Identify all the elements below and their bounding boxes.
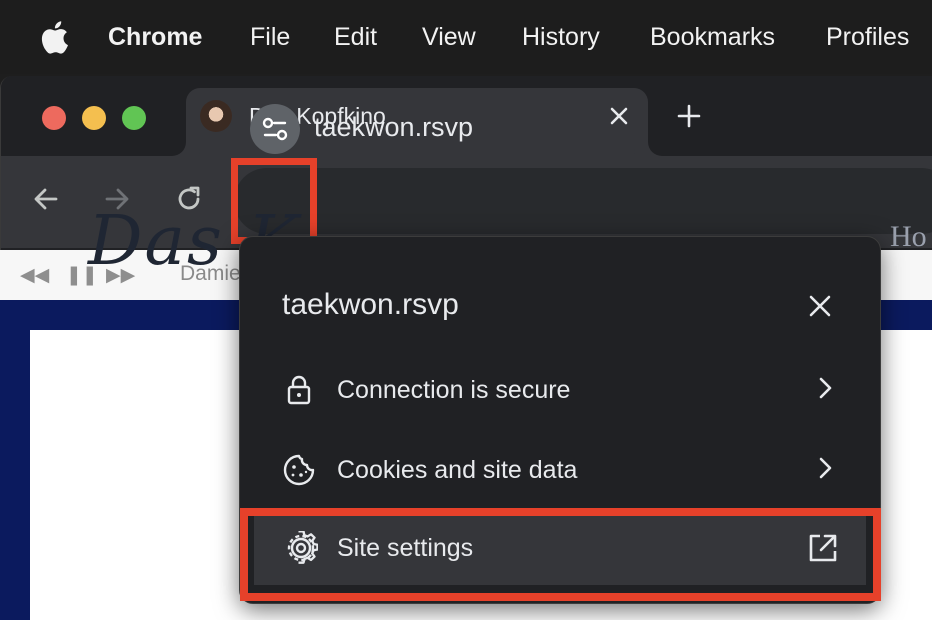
site-info-button[interactable] (250, 104, 300, 154)
address-bar[interactable] (234, 168, 932, 234)
cookies-site-data-label: Cookies and site data (337, 456, 578, 484)
close-window-button[interactable] (42, 106, 66, 130)
close-icon[interactable] (807, 293, 833, 319)
chevron-right-icon (819, 457, 832, 479)
favicon-icon (200, 100, 232, 132)
highlight-site-settings (240, 508, 881, 601)
back-arrow-icon[interactable] (31, 184, 61, 214)
tune-icon (262, 117, 288, 141)
menu-view[interactable]: View (422, 22, 476, 52)
connection-secure-label: Connection is secure (337, 376, 571, 404)
url-text[interactable]: taekwon.rsvp (314, 110, 473, 144)
menu-chrome[interactable]: Chrome (108, 22, 202, 52)
apple-logo-icon[interactable] (39, 20, 69, 54)
lock-icon (287, 375, 311, 405)
menu-history[interactable]: History (522, 22, 600, 52)
cookies-site-data-item[interactable]: Cookies and site data (240, 429, 880, 509)
connection-secure-item[interactable]: Connection is secure (240, 349, 880, 429)
close-tab-icon[interactable] (606, 103, 632, 129)
macos-menubar: Chrome File Edit View History Bookmarks … (0, 0, 932, 74)
rewind-icon[interactable]: ◀◀ (20, 266, 49, 286)
menu-profiles[interactable]: Profiles (826, 22, 909, 52)
cookie-icon (283, 454, 315, 486)
menu-edit[interactable]: Edit (334, 22, 377, 52)
popup-title: taekwon.rsvp (282, 288, 459, 321)
menu-bookmarks[interactable]: Bookmarks (650, 22, 775, 52)
nav-link-home[interactable]: Ho (890, 220, 927, 254)
zoom-window-button[interactable] (122, 106, 146, 130)
chevron-right-icon (819, 377, 832, 399)
minimize-window-button[interactable] (82, 106, 106, 130)
new-tab-icon[interactable] (675, 102, 703, 130)
menu-file[interactable]: File (250, 22, 290, 52)
